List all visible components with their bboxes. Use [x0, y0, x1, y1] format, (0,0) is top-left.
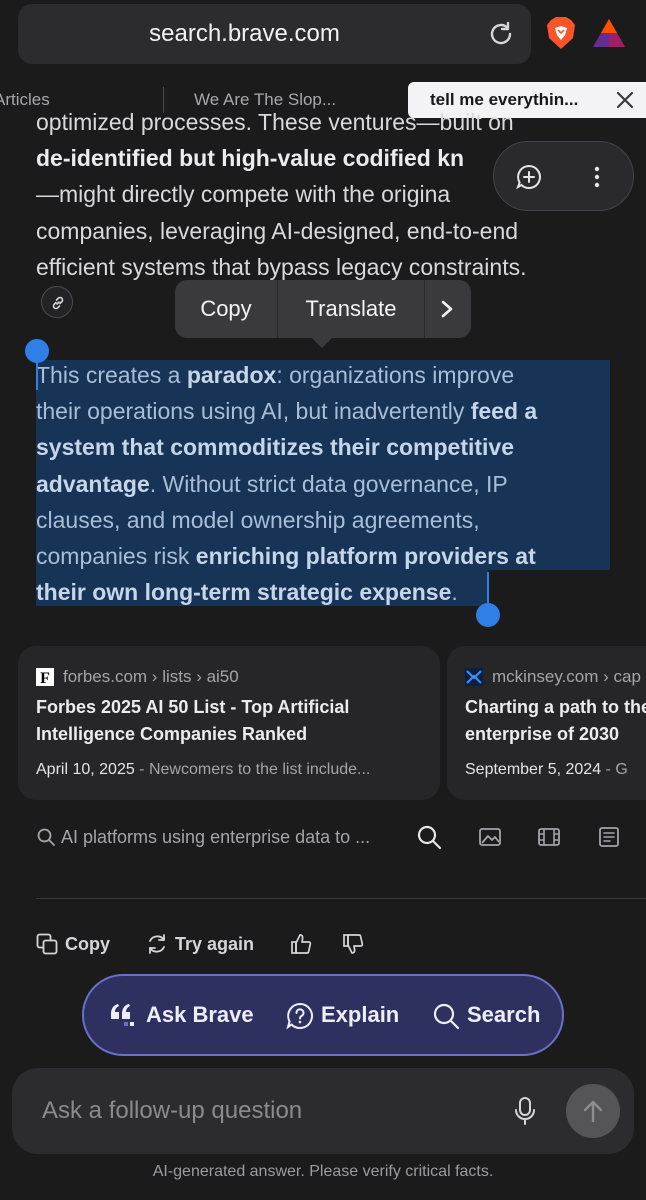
source-snippet: September 5, 2024 - G	[465, 761, 628, 778]
selection-handle-end[interactable]	[476, 603, 500, 627]
browser-toolbar: search.brave.com	[0, 0, 646, 80]
copy-answer-button[interactable]: Copy	[36, 928, 116, 960]
source-snippet: April 10, 2025 - Newcomers to the list i…	[36, 761, 371, 778]
explain-label: Explain	[321, 1002, 400, 1027]
search-icon	[37, 828, 55, 846]
selection-handle-start[interactable]	[25, 339, 49, 363]
selection-handle-end-caret	[487, 572, 489, 606]
floating-action-bubble	[493, 141, 634, 211]
try-again-label: Try again	[175, 934, 255, 954]
arrow-up-icon	[583, 1100, 603, 1123]
url-text[interactable]: search.brave.com	[18, 4, 471, 64]
add-comment-icon[interactable]	[516, 164, 542, 190]
source-path: mckinsey.com › cap	[492, 667, 641, 686]
ai-disclaimer: AI-generated answer. Please verify criti…	[152, 1163, 494, 1180]
thumbs-up-icon	[291, 934, 312, 954]
brave-lion-icon[interactable]	[545, 16, 577, 50]
refresh-icon	[149, 934, 165, 954]
try-again-button[interactable]: Try again	[146, 928, 261, 960]
address-bar[interactable]: search.brave.com	[18, 4, 531, 64]
copy-answer-label: Copy	[65, 934, 110, 954]
text-line: optimized processes. These ventures—buil…	[36, 109, 514, 135]
text-line: companies, leveraging AI-designed, end-t…	[36, 217, 519, 244]
copy-icon	[36, 933, 58, 955]
text-line: This creates a paradox: organizations im…	[36, 362, 515, 388]
web-search-icon[interactable]	[416, 824, 442, 850]
search-label: Search	[467, 1002, 541, 1027]
menu-copy[interactable]: Copy	[175, 280, 277, 338]
related-query-link[interactable]: AI platforms using enterprise data to ..…	[61, 820, 370, 854]
svg-text:F: F	[40, 670, 50, 686]
search-icon	[433, 1003, 460, 1030]
news-search-icon[interactable]	[596, 824, 622, 850]
microphone-icon[interactable]	[512, 1096, 538, 1126]
menu-more-button[interactable]	[425, 280, 471, 338]
text-line: system that commoditizes their competiti…	[36, 434, 515, 461]
chevron-right-icon	[441, 300, 453, 318]
image-search-icon[interactable]	[477, 824, 503, 850]
selection-handle-start-caret	[36, 360, 38, 390]
ask-brave-label: Ask Brave	[146, 1002, 254, 1027]
related-search-row: AI platforms using enterprise data to ..…	[36, 820, 636, 854]
section-divider	[36, 898, 646, 899]
search-button[interactable]: Search	[432, 976, 542, 1054]
more-options-icon[interactable]	[590, 164, 604, 190]
explain-button[interactable]: Explain	[286, 976, 400, 1054]
followup-input-bar	[12, 1068, 634, 1154]
send-button[interactable]	[566, 1084, 620, 1138]
link-icon	[52, 296, 64, 310]
text-selection-menu: Copy Translate	[175, 280, 471, 348]
thumbs-up-button[interactable]	[290, 928, 314, 960]
source-card[interactable]: mckinsey.com › cap Charting a path to th…	[447, 646, 646, 800]
reload-icon[interactable]	[487, 20, 515, 48]
menu-translate[interactable]: Translate	[278, 280, 424, 338]
source-card[interactable]: F forbes.com › lists › ai50 Forbes 2025 …	[18, 646, 440, 800]
source-title: Forbes 2025 AI 50 List - Top Artificial …	[36, 697, 350, 744]
source-path: forbes.com › lists › ai50	[63, 667, 239, 686]
text-line: clauses, and model ownership agreements,	[36, 506, 480, 533]
thumbs-down-icon	[343, 934, 364, 954]
ask-brave-button[interactable]: Ask Brave	[108, 976, 254, 1054]
citation-link-button[interactable]	[41, 286, 73, 318]
bat-rewards-icon[interactable]	[592, 18, 626, 48]
close-icon[interactable]	[616, 91, 634, 109]
help-bubble-icon	[286, 1002, 313, 1030]
mckinsey-logo-icon	[465, 668, 483, 686]
followup-input[interactable]	[42, 1088, 482, 1134]
forbes-logo-icon: F	[36, 668, 54, 686]
quote-icon	[111, 1004, 134, 1026]
text-line: advantage. Without strict data governanc…	[36, 470, 508, 497]
source-title: Charting a path to the enterprise of 203…	[465, 697, 646, 744]
text-line: their operations using AI, but inadverte…	[36, 398, 538, 425]
text-line: their own long-term strategic expense.	[36, 579, 458, 606]
video-search-icon[interactable]	[536, 824, 562, 850]
thumbs-down-button[interactable]	[342, 928, 366, 960]
text-line: companies risk enriching platform provid…	[36, 543, 536, 570]
answer-paragraph-selected[interactable]: This creates a paradox: organizations im…	[36, 357, 616, 610]
ask-brave-toolbar: Ask Brave Explain Search	[82, 974, 564, 1056]
